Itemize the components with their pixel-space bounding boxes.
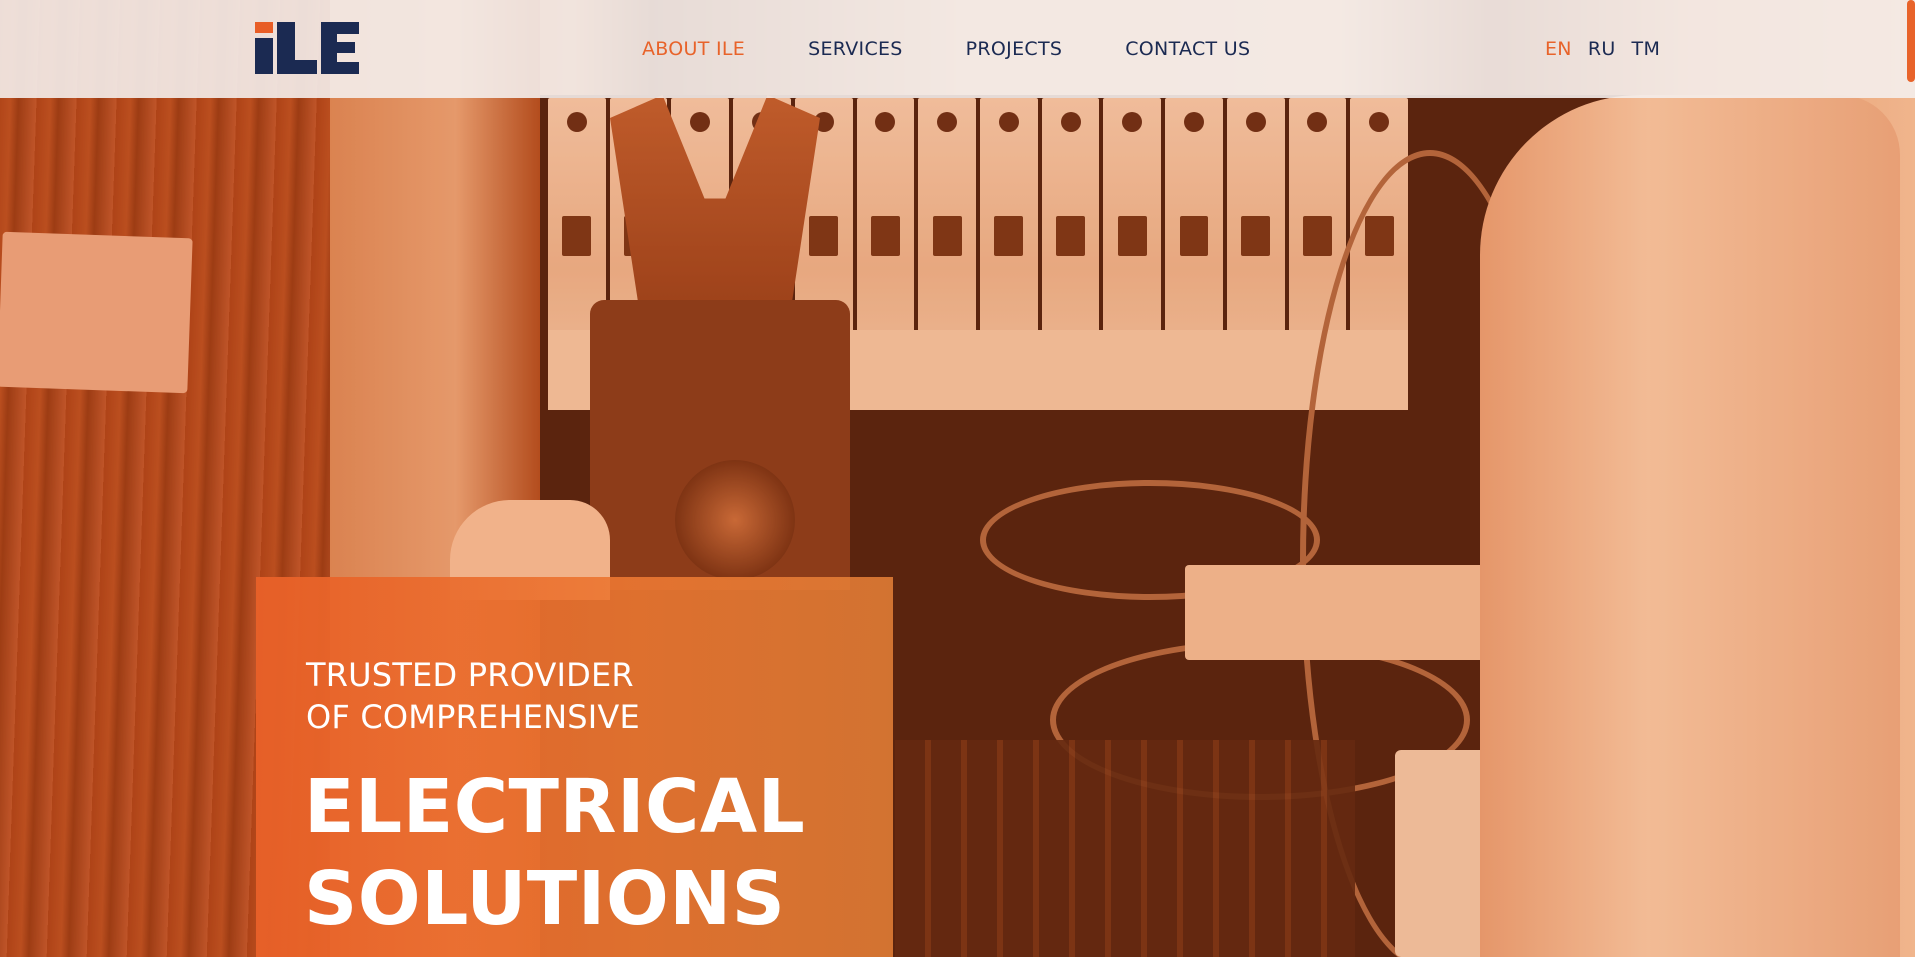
hero-title-line1: ELECTRICAL (304, 764, 806, 850)
site-header: ABOUT ILE SERVICES PROJECTS CONTACT US E… (0, 0, 1915, 98)
nav-item-projects[interactable]: PROJECTS (966, 38, 1063, 60)
page: ABOUT ILE SERVICES PROJECTS CONTACT US E… (0, 0, 1915, 957)
hero-subtitle-line1: TRUSTED PROVIDER (306, 656, 634, 694)
language-en[interactable]: EN (1545, 38, 1572, 60)
scrollbar-thumb[interactable] (1907, 0, 1915, 82)
language-switcher: EN RU TM (1545, 0, 1660, 98)
nav-item-contact[interactable]: CONTACT US (1125, 38, 1250, 60)
language-ru[interactable]: RU (1588, 38, 1616, 60)
hero-title: ELECTRICAL SOLUTIONS (304, 761, 805, 945)
hero-subtitle-line2: OF COMPREHENSIVE (306, 698, 640, 736)
hero-title-line2: SOLUTIONS (304, 856, 786, 942)
logo[interactable] (255, 22, 360, 74)
logo-letter-l (277, 22, 317, 74)
main-nav: ABOUT ILE SERVICES PROJECTS CONTACT US (642, 0, 1250, 98)
hero-card: TRUSTED PROVIDER OF COMPREHENSIVE ELECTR… (256, 577, 893, 957)
language-tm[interactable]: TM (1632, 38, 1661, 60)
logo-letter-i (255, 22, 273, 74)
nav-item-services[interactable]: SERVICES (808, 38, 903, 60)
nav-item-about[interactable]: ABOUT ILE (642, 38, 745, 60)
hero-subtitle: TRUSTED PROVIDER OF COMPREHENSIVE (306, 654, 640, 738)
logo-letter-e (321, 22, 359, 74)
